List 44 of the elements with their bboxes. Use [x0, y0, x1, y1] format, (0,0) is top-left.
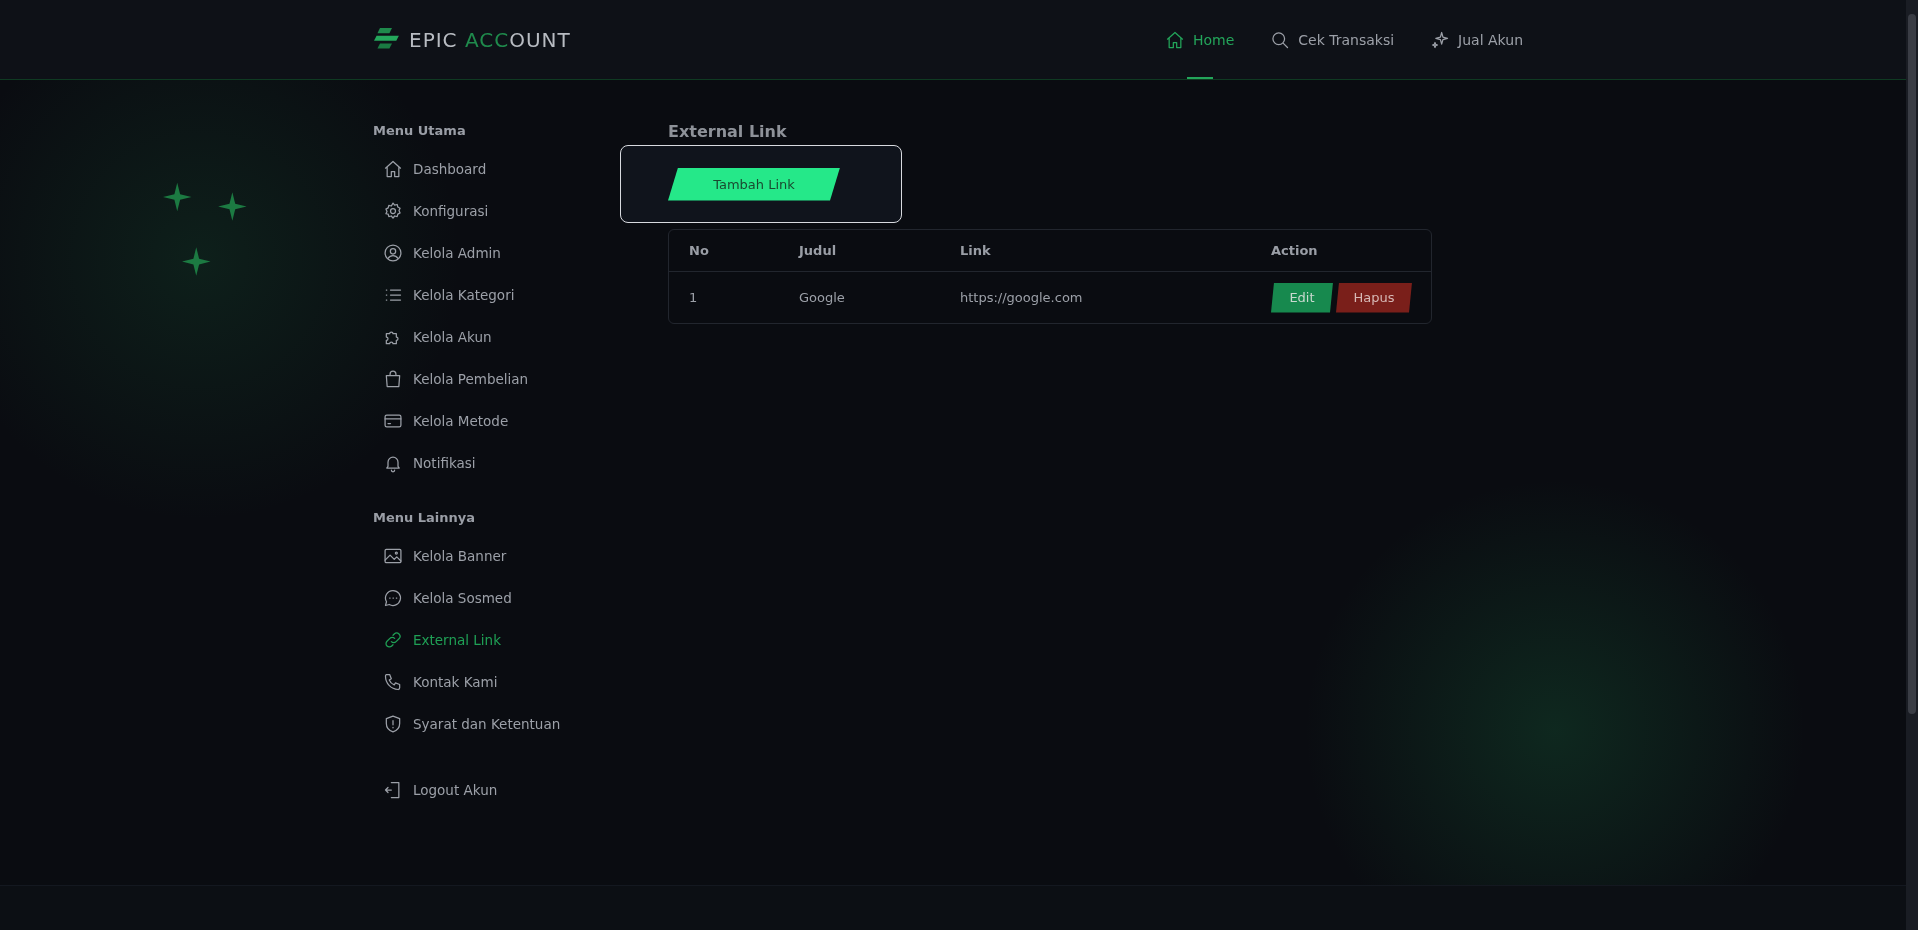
sidebar-item[interactable]: Kelola Admin [383, 232, 501, 274]
settings-icon [383, 201, 403, 221]
sidebar-item[interactable]: Syarat dan Ketentuan [383, 703, 561, 745]
sidebar-item[interactable]: External Link [383, 619, 501, 661]
scrollbar[interactable] [1906, 0, 1918, 930]
table-cell-text: https://google.com [959, 290, 1084, 305]
delete-button[interactable]: Hapus [1336, 282, 1412, 313]
sidebar-item[interactable]: Notifikasi [383, 442, 476, 484]
sidebar-item[interactable]: Kelola Banner [383, 535, 507, 577]
sidebar-item[interactable]: Kelola Sosmed [383, 577, 512, 619]
add-link-button[interactable]: Tambah Link [668, 167, 840, 201]
section-heading: Menu Lainnya [373, 510, 477, 525]
phone-icon [383, 672, 403, 692]
section-heading: Menu Utama [373, 123, 467, 138]
page-title: External Link [668, 122, 788, 141]
user-icon [383, 243, 403, 263]
logo-icon [373, 27, 399, 52]
nav-link[interactable]: Jual Akun [1430, 0, 1523, 79]
home-icon [1164, 29, 1185, 50]
sidebar-item[interactable]: Kelola Pembelian [383, 358, 529, 400]
logout-link[interactable]: Logout Akun [383, 769, 498, 811]
sidebar-item[interactable]: Kelola Kategori [383, 274, 515, 316]
chat-icon [383, 588, 403, 608]
shopping-bag-icon [383, 369, 403, 389]
image-icon [383, 546, 403, 566]
column-header: No [688, 243, 710, 258]
column-header: Action [1270, 243, 1319, 258]
sidebar-item[interactable]: Kelola Metode [383, 400, 509, 442]
sparkle-icon [1430, 29, 1451, 50]
sidebar-item[interactable]: Kontak Kami [383, 661, 498, 703]
sidebar-item[interactable]: Kelola Akun [383, 316, 492, 358]
nav-link[interactable]: Home [1164, 0, 1235, 79]
link-icon [383, 630, 403, 650]
sidebar-item[interactable]: Konfigurasi [383, 190, 489, 232]
table-cell-text: Google [798, 290, 846, 305]
logo-text: EPIC ACCOUNT [409, 27, 571, 52]
search-icon [1270, 29, 1291, 50]
column-header: Judul [797, 243, 838, 258]
table-cell-text: 1 [688, 290, 699, 305]
sidebar-item[interactable]: Dashboard [383, 148, 487, 190]
nav-link[interactable]: Cek Transaksi [1270, 0, 1395, 79]
home-icon [383, 159, 403, 179]
column-header: Link [959, 243, 992, 258]
shield-icon [383, 714, 403, 734]
